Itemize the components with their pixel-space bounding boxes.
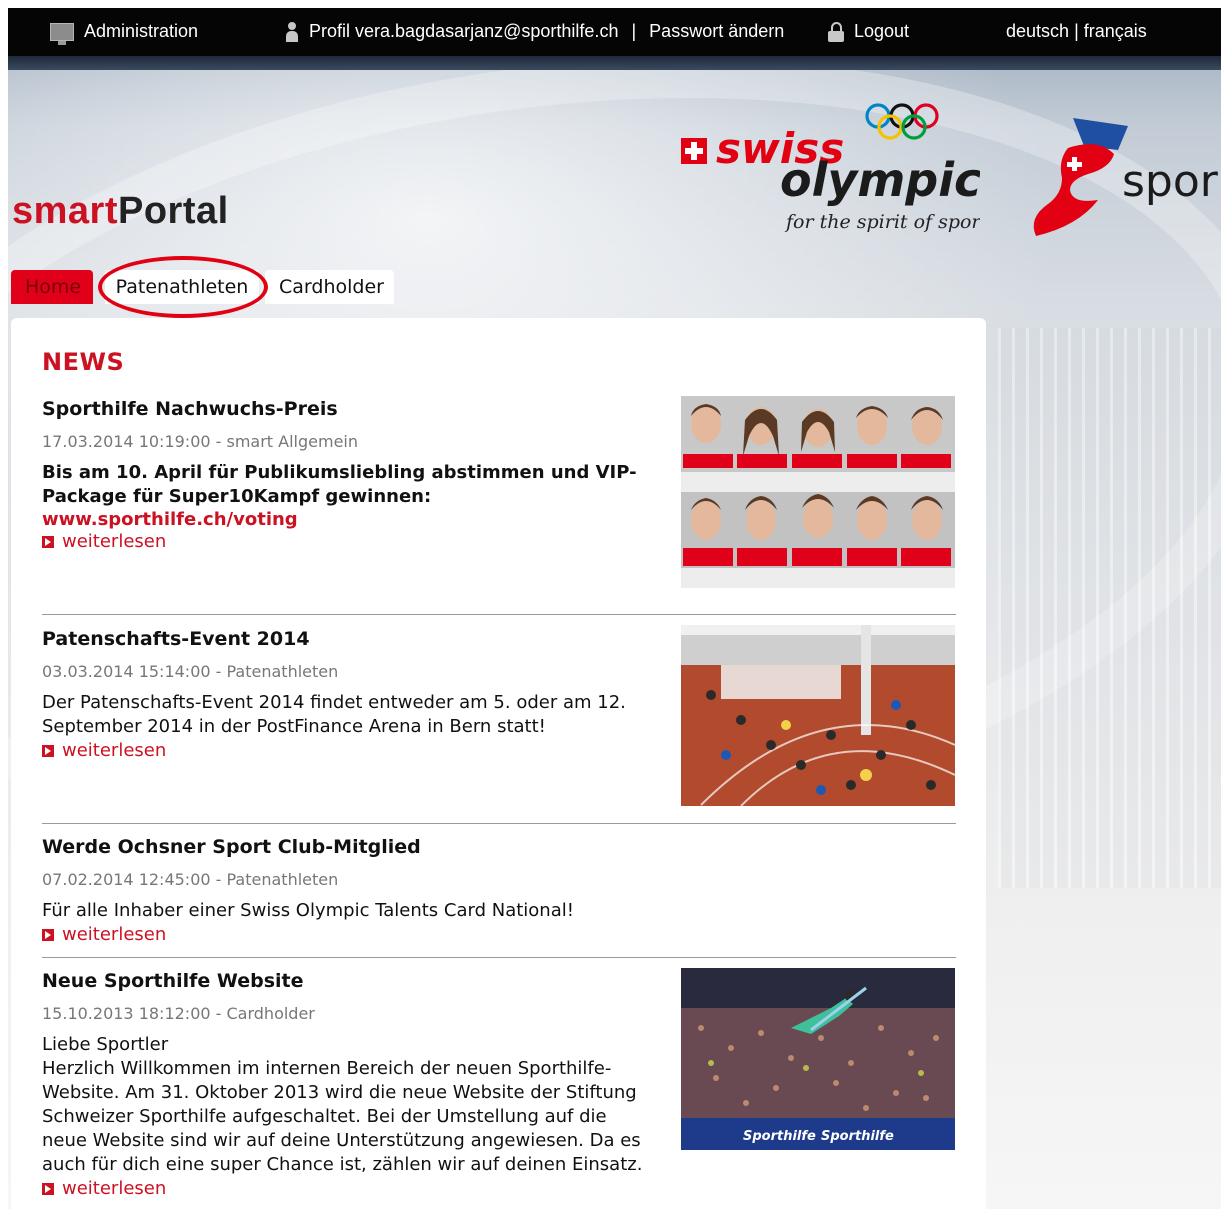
- news-item: Werde Ochsner Sport Club-Mitglied 07.02.…: [42, 836, 956, 947]
- news-item-greeting: Liebe Sportler: [42, 1034, 169, 1055]
- brand-portal: Portal: [118, 190, 229, 232]
- lock-icon: [828, 22, 844, 43]
- banner-text: Sporthilfe: [743, 1129, 816, 1144]
- brand-smart: smart: [12, 190, 118, 232]
- olympic-rings-icon: [865, 103, 939, 140]
- tab-home[interactable]: Home: [11, 270, 93, 304]
- admin-label[interactable]: Administration: [84, 21, 198, 41]
- monitor-icon: [50, 23, 74, 46]
- banner-text: Sporthilfe: [821, 1129, 894, 1144]
- news-item-body: Liebe Sportler Herzlich Willkommen im in…: [42, 1033, 652, 1177]
- lang-de-link[interactable]: deutsch: [1006, 21, 1069, 41]
- user-icon: [285, 22, 299, 43]
- browser-viewport: Administration Profil vera.bagdasarjanz@…: [8, 8, 1221, 1209]
- read-more-label[interactable]: weiterlesen: [62, 1178, 166, 1199]
- news-item-body: Der Patenschafts-Event 2014 findet entwe…: [42, 692, 626, 737]
- news-item-title[interactable]: Werde Ochsner Sport Club-Mitglied: [42, 836, 956, 858]
- news-panel: NEWS Sporthilfe Nachwuchs-Preis 17.03.20…: [11, 318, 986, 1209]
- profile-prefix[interactable]: Profil: [309, 21, 350, 41]
- profile-area: Profil vera.bagdasarjanz@sporthilfe.ch |…: [285, 21, 784, 43]
- language-switcher: deutsch | français: [1006, 21, 1147, 42]
- read-more-link[interactable]: weiterlesen: [42, 923, 956, 947]
- athlete-portrait-grid-image[interactable]: [681, 396, 955, 588]
- arrow-bullet-icon: [42, 745, 54, 757]
- profile-email[interactable]: vera.bagdasarjanz@sporthilfe.ch: [355, 21, 618, 41]
- read-more-label[interactable]: weiterlesen: [62, 740, 166, 761]
- voting-link[interactable]: www.sporthilfe.ch/voting: [42, 509, 298, 530]
- news-item-meta: 07.02.2014 12:45:00 - Patenathleten: [42, 870, 339, 889]
- smartportal-brand: smartPortal: [12, 190, 229, 233]
- logout-label[interactable]: Logout: [854, 21, 909, 41]
- news-item-body: Bis am 10. April für Publikumsliebling a…: [42, 462, 637, 507]
- topbar-shadow-strip: [8, 56, 1221, 70]
- news-divider: [42, 823, 956, 824]
- read-more-link[interactable]: weiterlesen: [42, 1177, 956, 1201]
- topbar-separator: |: [631, 21, 637, 41]
- admin-link[interactable]: Administration: [50, 21, 198, 46]
- lang-fr-link[interactable]: français: [1084, 21, 1147, 41]
- sporthilfe-logo: spor: [1033, 118, 1219, 236]
- arrow-bullet-icon: [42, 929, 54, 941]
- event-hall-crowd-image[interactable]: [681, 625, 955, 806]
- news-divider: [42, 614, 956, 615]
- logo-olympic-text: olympic: [780, 153, 980, 207]
- ski-jumper-stadium-image[interactable]: Sporthilfe Sporthilfe: [681, 968, 955, 1150]
- logo-sport-text: spor: [1122, 156, 1219, 207]
- arrow-bullet-icon: [42, 536, 54, 548]
- tab-patenathleten[interactable]: Patenathleten: [105, 270, 259, 304]
- news-item-body: Für alle Inhaber einer Swiss Olympic Tal…: [42, 900, 574, 921]
- lang-separator: |: [1074, 21, 1079, 41]
- read-more-label[interactable]: weiterlesen: [62, 531, 166, 552]
- news-divider: [42, 957, 956, 958]
- news-heading: NEWS: [42, 348, 125, 376]
- arrow-bullet-icon: [42, 1183, 54, 1195]
- profile-link[interactable]: Profil vera.bagdasarjanz@sporthilfe.ch: [309, 21, 618, 41]
- news-item-paragraph: Herzlich Willkommen im internen Bereich …: [42, 1058, 643, 1175]
- logout-link[interactable]: Logout: [828, 21, 909, 43]
- change-password-link[interactable]: Passwort ändern: [649, 21, 784, 41]
- read-more-label[interactable]: weiterlesen: [62, 924, 166, 945]
- tab-cardholder[interactable]: Cardholder: [265, 270, 394, 304]
- top-navigation-bar: Administration Profil vera.bagdasarjanz@…: [8, 8, 1221, 70]
- swiss-olympic-logo: swiss olympic for the spirit of sport: [681, 103, 980, 233]
- logo-tagline: for the spirit of sport: [784, 211, 980, 233]
